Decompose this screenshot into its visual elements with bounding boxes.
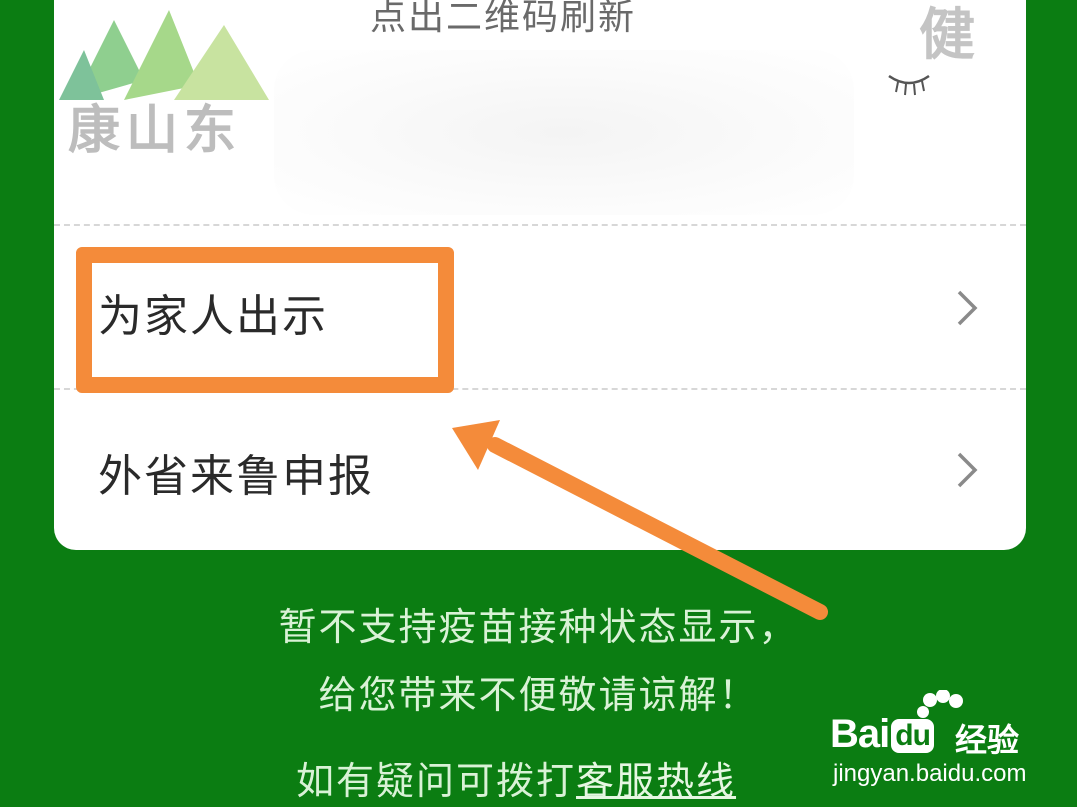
chevron-right-icon [957,452,978,488]
menu-item-label: 外省来鲁申报 [98,451,374,502]
hotline-link[interactable]: 客服热线 [576,759,736,803]
logo-text-right: 健 [919,3,975,68]
hotline-prefix: 如有疑问可拨打 [296,759,577,803]
hotline-line: 如有疑问可拨打客服热线 [296,750,736,805]
baidu-watermark-jingyan: 经验 [955,721,1020,759]
baidu-watermark-brand: Bai du [830,712,934,757]
baidu-brand-text: Bai [830,712,890,756]
chevron-right-icon [957,290,978,326]
blurred-qr-area [274,50,854,215]
annotation-highlight-box [76,247,454,393]
baidu-watermark-url: jingyan.baidu.com [833,760,1027,787]
closed-eye-icon [888,74,930,96]
logo-text-left: 康山东 [68,101,243,161]
menu-item-out-of-province-report[interactable]: 外省来鲁申报 [54,390,1026,550]
refresh-qr-hint[interactable]: 点出二维码刷新 [370,0,636,40]
du-paw-icon: du [891,719,934,754]
notice-line-1: 暂不支持疫苗接种状态显示， [278,605,799,649]
